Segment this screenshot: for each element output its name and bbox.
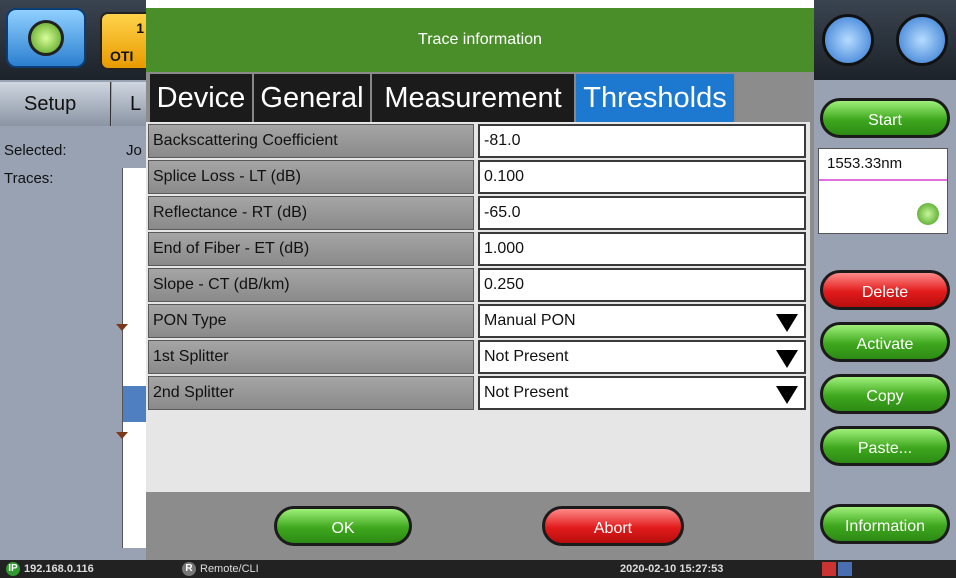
dialog-footer <box>146 492 814 560</box>
copy-button[interactable]: Copy <box>820 374 950 414</box>
ip-icon: IP <box>6 562 20 576</box>
table-row: End of Fiber - ET (dB) 1.000 <box>148 232 806 266</box>
refresh-arrow-icon[interactable] <box>917 203 939 225</box>
tab-device[interactable]: Device <box>150 74 254 122</box>
wavelength-value: 1553.33nm <box>827 155 903 172</box>
row-label: Backscattering Coefficient <box>148 124 474 158</box>
start-button[interactable]: Start <box>820 98 950 138</box>
device-icon <box>838 562 852 576</box>
row-label: End of Fiber - ET (dB) <box>148 232 474 266</box>
remote-icon: R <box>182 562 196 576</box>
pon-type-select[interactable]: Manual PON <box>478 304 806 338</box>
row-label: 2nd Splitter <box>148 376 474 410</box>
tab-second[interactable]: L <box>112 82 146 126</box>
second-splitter-select[interactable]: Not Present <box>478 376 806 410</box>
table-row: Slope - CT (dB/km) 0.250 <box>148 268 806 302</box>
activate-button[interactable]: Activate <box>820 322 950 362</box>
paste-button[interactable]: Paste... <box>820 426 950 466</box>
table-row: 2nd Splitter Not Present <box>148 376 806 410</box>
table-row: Backscattering Coefficient -81.0 <box>148 124 806 158</box>
otdr-module-badge[interactable]: 1 OTI <box>100 12 146 70</box>
module-label: OTI <box>110 48 134 64</box>
select-value: Not Present <box>484 384 569 401</box>
trace-line <box>819 179 947 181</box>
row-label: 1st Splitter <box>148 340 474 374</box>
first-splitter-select[interactable]: Not Present <box>478 340 806 374</box>
traces-list[interactable] <box>122 168 147 548</box>
selected-value: Jo <box>126 142 142 159</box>
dropdown-arrow-icon[interactable] <box>776 386 798 404</box>
ok-button[interactable]: OK <box>274 506 412 546</box>
tab-thresholds[interactable]: Thresholds <box>576 74 736 122</box>
delete-button[interactable]: Delete <box>820 270 950 310</box>
datetime: 2020-02-10 15:27:53 <box>620 563 724 575</box>
tab-setup[interactable]: Setup <box>0 82 111 126</box>
alert-icon <box>822 562 836 576</box>
dropdown-arrow-icon[interactable] <box>776 314 798 332</box>
dropdown-arrow-icon[interactable] <box>776 350 798 368</box>
information-button[interactable]: Information <box>820 504 950 544</box>
expand-triangle-icon[interactable] <box>116 432 128 439</box>
table-row: PON Type Manual PON <box>148 304 806 338</box>
status-bar: IP 192.168.0.116 R Remote/CLI 2020-02-10… <box>0 560 956 578</box>
select-value: Manual PON <box>484 312 576 329</box>
traces-label: Traces: <box>4 170 54 187</box>
app-home-icon[interactable] <box>6 8 86 68</box>
tab-general[interactable]: General <box>254 74 372 122</box>
backscattering-coefficient-field[interactable]: -81.0 <box>478 124 806 158</box>
wavelength-preview[interactable]: 1553.33nm <box>818 148 948 234</box>
end-of-fiber-field[interactable]: 1.000 <box>478 232 806 266</box>
splice-loss-field[interactable]: 0.100 <box>478 160 806 194</box>
remote-label: Remote/CLI <box>200 563 259 575</box>
select-value: Not Present <box>484 348 569 365</box>
row-label: Slope - CT (dB/km) <box>148 268 474 302</box>
ip-address: 192.168.0.116 <box>24 563 94 575</box>
row-label: PON Type <box>148 304 474 338</box>
table-row: 1st Splitter Not Present <box>148 340 806 374</box>
expand-triangle-icon[interactable] <box>116 324 128 331</box>
tab-measurement[interactable]: Measurement <box>372 74 576 122</box>
table-row: Reflectance - RT (dB) -65.0 <box>148 196 806 230</box>
module-number: 1 <box>136 20 144 36</box>
abort-button[interactable]: Abort <box>542 506 684 546</box>
trace-selected-row[interactable] <box>123 386 147 422</box>
table-row: Splice Loss - LT (dB) 0.100 <box>148 160 806 194</box>
slope-field[interactable]: 0.250 <box>478 268 806 302</box>
dialog-title: Trace information <box>146 8 814 72</box>
save-results-icon[interactable] <box>822 14 874 66</box>
reflectance-field[interactable]: -65.0 <box>478 196 806 230</box>
row-label: Splice Loss - LT (dB) <box>148 160 474 194</box>
selected-label: Selected: <box>4 142 67 159</box>
row-label: Reflectance - RT (dB) <box>148 196 474 230</box>
open-folder-icon[interactable] <box>896 14 948 66</box>
